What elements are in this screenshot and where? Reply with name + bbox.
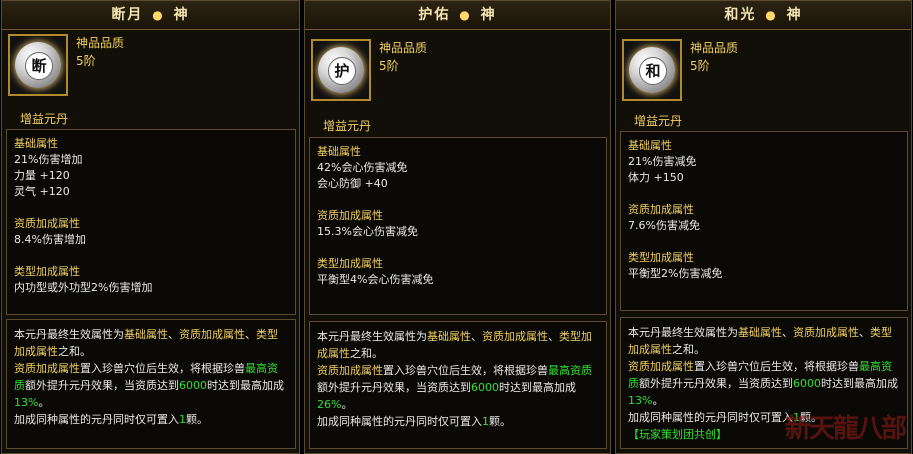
panel-title: 和光 ● 神 xyxy=(616,1,911,30)
type-attr-header: 类型加成属性 xyxy=(14,265,80,278)
quality-info: 神品品质 5阶 xyxy=(690,39,738,75)
tooltip-panel-heguang: 和光 ● 神 和 神品品质 5阶 增益元丹 基础属性 21%伤害减免 体力 +1… xyxy=(615,0,912,454)
stage-label: 5阶 xyxy=(379,59,399,73)
quality-label: 神品品质 xyxy=(76,36,125,50)
stage-label: 5阶 xyxy=(76,54,96,68)
desc-paragraph: 资质加成属性置入珍兽穴位后生效，将根据珍兽最高资质额外提升元丹效果，当资质达到6… xyxy=(628,360,898,407)
pill-icon: 和 xyxy=(622,39,682,101)
base-attr-header: 基础属性 xyxy=(14,137,58,150)
attr-line: 力量 +120 xyxy=(14,169,70,182)
stage-label: 5阶 xyxy=(690,59,710,73)
description-box: 本元丹最终生效属性为基础属性、资质加成属性、类型加成属性之和。 资质加成属性置入… xyxy=(6,319,296,449)
desc-paragraph: 本元丹最终生效属性为基础属性、资质加成属性、类型加成属性之和。 xyxy=(14,328,278,358)
glyph-icon: 护 xyxy=(328,57,356,85)
attr-line: 灵气 +120 xyxy=(14,185,70,198)
attr-line: 会心防御 +40 xyxy=(317,177,388,190)
attr-line: 42%会心伤害减免 xyxy=(317,161,408,174)
quality-label: 神品品质 xyxy=(379,41,428,55)
desc-paragraph: 本元丹最终生效属性为基础属性、资质加成属性、类型加成属性之和。 xyxy=(317,330,592,360)
base-attr-header: 基础属性 xyxy=(317,145,361,158)
pill-subtitle: 增益元丹 xyxy=(323,119,372,133)
attr-line: 7.6%伤害减免 xyxy=(628,219,700,232)
attr-line: 21%伤害增加 xyxy=(14,153,83,166)
dot-icon: ● xyxy=(152,8,165,22)
panel-title: 断月 ● 神 xyxy=(2,1,299,30)
desc-paragraph: 资质加成属性置入珍兽穴位后生效，将根据珍兽最高资质额外提升元丹效果，当资质达到6… xyxy=(14,362,284,409)
desc-paragraph: 资质加成属性置入珍兽穴位后生效，将根据珍兽最高资质额外提升元丹效果，当资质达到6… xyxy=(317,364,592,411)
glyph-icon: 和 xyxy=(639,57,667,85)
tooltip-panel-huyou: 护佑 ● 神 护 神品品质 5阶 增益元丹 基础属性 42%会心伤害减免 会心防… xyxy=(304,0,611,454)
quality-info: 神品品质 5阶 xyxy=(76,34,124,70)
aptitude-attr-header: 资质加成属性 xyxy=(628,203,694,216)
attr-line: 平衡型4%会心伤害减免 xyxy=(317,273,434,286)
attr-line: 15.3%会心伤害减免 xyxy=(317,225,418,238)
dot-icon: ● xyxy=(765,8,778,22)
desc-paragraph: 加成同种属性的元丹同时仅可置入1颗。 xyxy=(14,413,208,426)
attr-line: 内功型或外功型2%伤害增加 xyxy=(14,281,153,294)
game-logo-watermark: 新天龍八部 xyxy=(784,414,907,444)
attributes-box: 基础属性 42%会心伤害减免 会心防御 +40 资质加成属性 15.3%会心伤害… xyxy=(309,137,607,315)
pill-icon: 断 xyxy=(8,34,68,96)
attributes-box: 基础属性 21%伤害增加 力量 +120 灵气 +120 资质加成属性 8.4%… xyxy=(6,129,296,315)
base-attr-header: 基础属性 xyxy=(628,139,672,152)
attr-line: 21%伤害减免 xyxy=(628,155,697,168)
dot-icon: ● xyxy=(459,8,472,22)
desc-paragraph: 加成同种属性的元丹同时仅可置入1颗。 xyxy=(317,415,511,428)
attr-line: 平衡型2%伤害减免 xyxy=(628,267,723,280)
pill-icon: 护 xyxy=(311,39,371,101)
glyph-icon: 断 xyxy=(25,52,53,80)
pill-subtitle: 增益元丹 xyxy=(20,112,69,126)
aptitude-attr-header: 资质加成属性 xyxy=(14,217,80,230)
type-attr-header: 类型加成属性 xyxy=(628,251,694,264)
type-attr-header: 类型加成属性 xyxy=(317,257,383,270)
quality-info: 神品品质 5阶 xyxy=(379,39,427,75)
tooltip-panel-duanyue: 断月 ● 神 断 神品品质 5阶 增益元丹 基础属性 21%伤害增加 力量 +1… xyxy=(1,0,300,454)
attr-line: 体力 +150 xyxy=(628,171,684,184)
attributes-box: 基础属性 21%伤害减免 体力 +150 资质加成属性 7.6%伤害减免 类型加… xyxy=(620,131,908,311)
desc-paragraph: 本元丹最终生效属性为基础属性、资质加成属性、类型加成属性之和。 xyxy=(628,326,892,356)
description-box: 本元丹最终生效属性为基础属性、资质加成属性、类型加成属性之和。 资质加成属性置入… xyxy=(309,321,607,449)
aptitude-attr-header: 资质加成属性 xyxy=(317,209,383,222)
attr-line: 8.4%伤害增加 xyxy=(14,233,86,246)
pill-subtitle: 增益元丹 xyxy=(634,114,683,128)
panel-title: 护佑 ● 神 xyxy=(305,1,610,30)
quality-label: 神品品质 xyxy=(690,41,739,55)
